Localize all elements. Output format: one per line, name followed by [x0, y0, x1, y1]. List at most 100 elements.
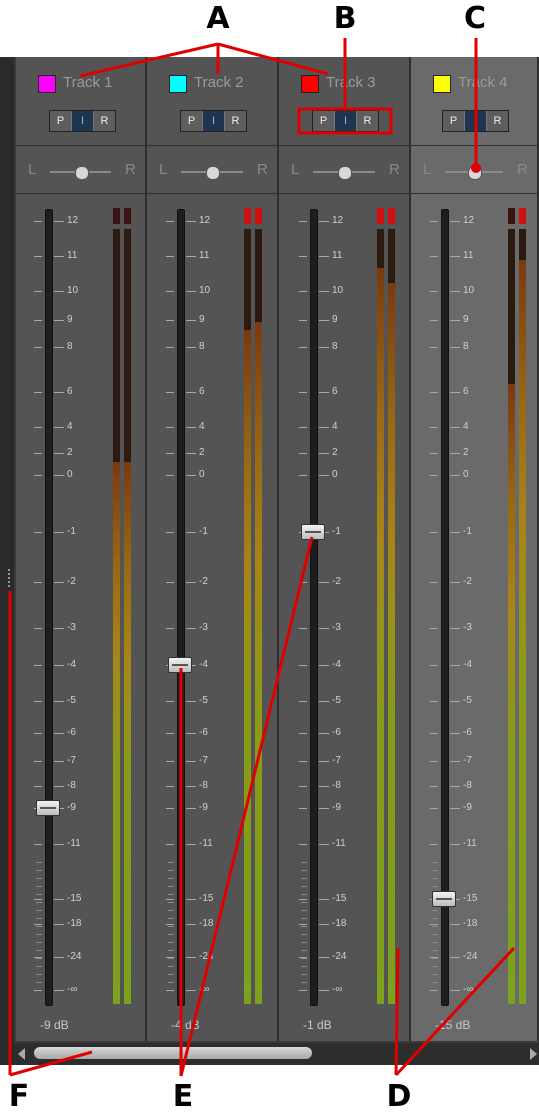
scale-label: -24: [332, 951, 347, 962]
track-name-label[interactable]: Track 3: [326, 73, 375, 93]
pan-knob[interactable]: [468, 166, 482, 180]
track-name-label[interactable]: Track 4: [458, 73, 507, 93]
scale-tick: [319, 427, 329, 428]
interleave-button[interactable]: I: [335, 111, 357, 131]
scale-minor-tick: [36, 958, 42, 959]
scale-label: -11: [463, 838, 477, 849]
record-arm-button[interactable]: R: [487, 111, 508, 131]
scale-label: -4: [332, 659, 341, 670]
scale-tick: [166, 256, 174, 257]
track-color-swatch[interactable]: [38, 75, 56, 93]
scrollbar-thumb[interactable]: [34, 1047, 312, 1059]
scale-label: -4: [463, 659, 472, 670]
scale-label: 12: [67, 215, 79, 226]
scale-minor-tick: [168, 934, 174, 935]
scale-minor-tick: [301, 918, 307, 919]
level-meter-left: [377, 229, 384, 1004]
track-color-swatch[interactable]: [169, 75, 187, 93]
scale-tick: [319, 320, 329, 321]
interleave-button[interactable]: I: [72, 111, 94, 131]
scale-minor-tick: [168, 942, 174, 943]
track-name-row[interactable]: Track 2: [147, 73, 277, 95]
scale-tick: [186, 453, 196, 454]
clip-indicator[interactable]: [113, 208, 120, 224]
track-name-label[interactable]: Track 1: [63, 73, 112, 93]
scale-label: -3: [332, 622, 341, 633]
track-name-row[interactable]: Track 3: [279, 73, 409, 95]
interleave-button[interactable]: I: [203, 111, 225, 131]
meter-fill: [519, 260, 526, 1004]
track-strip-3[interactable]: Track 3 P I R L R 12 11 10 9 8 6 4 2 0 -1 -2 -3 -4 -5 -6 -7 -8…: [279, 57, 411, 1041]
scale-minor-tick: [432, 950, 438, 951]
phase-button[interactable]: P: [181, 111, 203, 131]
volume-fader-knob[interactable]: [432, 891, 456, 907]
pan-control[interactable]: LR: [279, 157, 409, 187]
scale-tick: [319, 899, 329, 900]
scale-tick: [34, 701, 42, 702]
scale-tick: [54, 291, 64, 292]
pan-control[interactable]: LR: [147, 157, 277, 187]
scale-tick: [430, 427, 438, 428]
scale-tick: [186, 291, 196, 292]
volume-fader-knob[interactable]: [36, 800, 60, 816]
fader-slot[interactable]: [310, 209, 318, 1006]
pir-button-group: PIR: [180, 110, 247, 132]
volume-fader-knob[interactable]: [301, 524, 325, 540]
scale-tick: [319, 733, 329, 734]
scale-tick: [450, 453, 460, 454]
pan-control[interactable]: LR: [411, 157, 537, 187]
scale-tick: [319, 957, 329, 958]
fader-slot[interactable]: [441, 209, 449, 1006]
phase-button[interactable]: P: [443, 111, 465, 131]
horizontal-scrollbar[interactable]: [14, 1043, 539, 1065]
level-meter-left: [113, 229, 120, 1004]
scroll-right-icon[interactable]: [530, 1048, 537, 1060]
track-color-swatch[interactable]: [433, 75, 451, 93]
clip-indicator[interactable]: [388, 208, 395, 224]
level-meter-right: [124, 229, 131, 1004]
scale-minor-tick: [301, 886, 307, 887]
fader-slot[interactable]: [177, 209, 185, 1006]
scale-label: -11: [199, 838, 213, 849]
scale-tick: [166, 786, 174, 787]
track-name-row[interactable]: Track 4: [411, 73, 537, 95]
scale-tick: [166, 347, 174, 348]
track-strip-4[interactable]: Track 4 P I R L R 12 11 10 9 8 6 4 2 0 -1 -2 -3 -4 -5 -6 -7 -8…: [411, 57, 539, 1041]
scale-label: -8: [67, 780, 76, 791]
clip-indicator[interactable]: [244, 208, 251, 224]
level-meter-right: [388, 229, 395, 1004]
scale-label: -2: [67, 576, 76, 587]
track-strip-2[interactable]: Track 2 P I R L R 12 11 10 9 8 6 4 2 0 -1 -2 -3 -4 -5 -6 -7 -8…: [147, 57, 279, 1041]
pan-control[interactable]: LR: [16, 157, 145, 187]
track-name-label[interactable]: Track 2: [194, 73, 243, 93]
pan-knob[interactable]: [74, 166, 89, 180]
pan-knob[interactable]: [206, 166, 220, 180]
fader-slot[interactable]: [45, 209, 53, 1006]
clip-indicator[interactable]: [377, 208, 384, 224]
scale-tick: [299, 475, 307, 476]
grip-handle[interactable]: [8, 569, 12, 587]
phase-button[interactable]: P: [50, 111, 72, 131]
scale-tick: [186, 256, 196, 257]
clip-indicator[interactable]: [124, 208, 131, 224]
scale-tick: [186, 582, 196, 583]
record-arm-button[interactable]: R: [225, 111, 246, 131]
scale-tick: [186, 844, 196, 845]
track-name-row[interactable]: Track 1: [16, 73, 145, 95]
pan-knob[interactable]: [338, 166, 352, 180]
track-strip-1[interactable]: Track 1 P I R L R 12 11 10 9 8 6 4 2 0 -1 -2 -3 -4 -5 -6 -7 -8…: [16, 57, 147, 1041]
phase-button[interactable]: P: [313, 111, 335, 131]
clip-indicator[interactable]: [519, 208, 526, 224]
scale-tick: [34, 990, 42, 991]
interleave-button[interactable]: I: [465, 111, 487, 131]
scroll-left-icon[interactable]: [18, 1048, 25, 1060]
track-color-swatch[interactable]: [301, 75, 319, 93]
scale-minor-tick: [301, 910, 307, 911]
volume-fader-knob[interactable]: [168, 657, 192, 673]
scale-tick: [450, 701, 460, 702]
record-arm-button[interactable]: R: [357, 111, 378, 131]
clip-indicator[interactable]: [508, 208, 515, 224]
clip-indicator[interactable]: [255, 208, 262, 224]
record-arm-button[interactable]: R: [94, 111, 115, 131]
scale-minor-tick: [301, 926, 307, 927]
